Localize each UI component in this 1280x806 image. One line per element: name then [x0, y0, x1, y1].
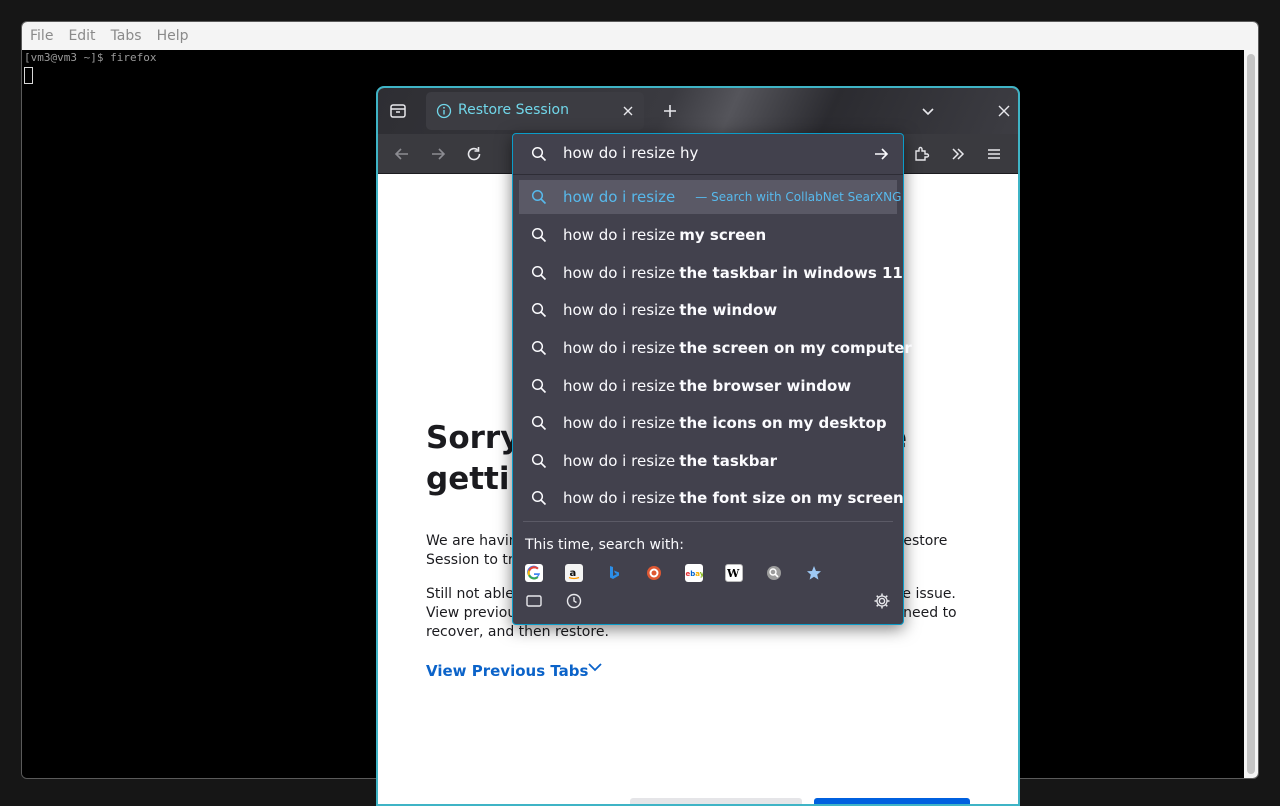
suggestion-item[interactable]: how do i resize the icons on my desktop — [519, 406, 897, 440]
menu-help[interactable]: Help — [157, 28, 189, 44]
suggestion-prefix: how do i resize — [563, 226, 676, 244]
history-icon[interactable] — [565, 592, 583, 610]
search-icon — [531, 227, 547, 243]
new-tab-icon[interactable] — [660, 101, 680, 121]
suggestion-item[interactable]: how do i resize the taskbar in windows 11 — [519, 256, 903, 290]
suggestion-item[interactable]: how do i resize the browser window — [519, 369, 897, 403]
suggestion-completion: the screen on my computer — [679, 339, 912, 357]
view-previous-tabs-link[interactable]: View Previous Tabs — [426, 662, 588, 680]
restore-session-button[interactable]: Restore Session — [814, 798, 970, 804]
tabs-icon[interactable] — [525, 592, 543, 610]
suggestion-completion: my screen — [679, 226, 767, 244]
urlbar-divider — [513, 174, 903, 175]
ebay-icon[interactable]: ebay — [685, 564, 703, 582]
start-new-session-button[interactable]: Start New Session — [630, 798, 802, 804]
menu-edit[interactable]: Edit — [68, 28, 95, 44]
google-icon[interactable] — [525, 564, 543, 582]
menu-file[interactable]: File — [30, 28, 53, 44]
suggestion-item[interactable]: how do i resize the taskbar — [519, 444, 897, 478]
tab-title: Restore Session — [458, 102, 569, 118]
suggestion-prefix: how do i resize — [563, 452, 676, 470]
go-arrow-icon[interactable] — [871, 144, 891, 164]
terminal-scrollbar[interactable] — [1244, 50, 1258, 778]
searxng-icon[interactable] — [765, 564, 783, 582]
suggestion-item[interactable]: how do i resize — Search with CollabNet … — [519, 180, 901, 214]
suggestion-prefix: how do i resize — [563, 377, 676, 395]
search-with-label: This time, search with: — [525, 537, 684, 553]
bing-icon[interactable] — [605, 564, 623, 582]
overflow-menu-icon[interactable] — [948, 144, 968, 164]
url-input[interactable]: how do i resize hy — [563, 144, 863, 162]
list-all-tabs-icon[interactable] — [918, 101, 938, 121]
search-icon — [531, 340, 547, 356]
svg-text:W: W — [727, 567, 740, 580]
search-icon — [531, 302, 547, 318]
close-window-icon[interactable] — [994, 101, 1014, 121]
suggestion-item[interactable]: how do i resize my screen — [519, 218, 897, 252]
urlbar-dropdown: how do i resize hy how do i resize — Sea… — [512, 133, 912, 625]
suggestion-completion: the browser window — [679, 377, 852, 395]
suggestion-item[interactable]: how do i resize the window — [519, 293, 897, 327]
wikipedia-icon[interactable]: W — [725, 564, 743, 582]
suggestion-prefix: how do i resize — [563, 301, 676, 319]
suggestion-prefix: how do i resize — [563, 489, 676, 507]
search-icon — [531, 415, 547, 431]
menu-tabs[interactable]: Tabs — [111, 28, 142, 44]
suggestion-completion: the font size on my screen — [679, 489, 904, 507]
terminal-cursor — [24, 67, 33, 84]
search-settings-gear-icon[interactable] — [873, 592, 891, 610]
suggestion-completion: the window — [679, 301, 778, 319]
forward-icon[interactable] — [428, 144, 448, 164]
back-icon[interactable] — [392, 144, 412, 164]
suggestion-prefix: how do i resize — [563, 264, 676, 282]
close-tab-icon[interactable] — [620, 103, 636, 119]
amazon-icon[interactable]: a — [565, 564, 583, 582]
suggestion-completion: the icons on my desktop — [679, 414, 887, 432]
hamburger-menu-icon[interactable] — [984, 144, 1004, 164]
suggestion-action: — Search with CollabNet SearXNG — [695, 190, 902, 204]
suggestion-prefix: how do i resize — [563, 339, 676, 357]
search-icon — [531, 378, 547, 394]
search-icon — [531, 265, 547, 281]
suggestion-query: how do i resize — [563, 188, 676, 206]
search-icon — [529, 144, 549, 164]
suggestion-prefix: how do i resize — [563, 414, 676, 432]
suggestions-divider — [523, 521, 893, 522]
search-icon — [531, 189, 547, 205]
search-icon — [531, 453, 547, 469]
suggestion-completion: the taskbar — [679, 452, 777, 470]
svg-text:ebay: ebay — [686, 570, 704, 578]
terminal-menubar: File Edit Tabs Help — [22, 22, 1258, 50]
tab-overview-icon[interactable] — [388, 101, 408, 121]
search-icon — [531, 490, 547, 506]
suggestion-item[interactable]: how do i resize the font size on my scree… — [519, 481, 904, 515]
tab-bar: Restore Session — [378, 88, 1018, 134]
suggestion-completion: the taskbar in windows 11 — [679, 264, 903, 282]
bookmark-star-icon[interactable] — [805, 564, 823, 582]
chevron-down-icon[interactable] — [584, 656, 606, 678]
reload-icon[interactable] — [464, 144, 484, 164]
terminal-prompt-line: [vm3@vm3 ~]$ firefox — [24, 51, 157, 64]
tab-restore-session[interactable]: Restore Session — [426, 92, 644, 130]
extensions-icon[interactable] — [912, 144, 932, 164]
suggestion-item[interactable]: how do i resize the screen on my computer — [519, 331, 912, 365]
terminal-scrollbar-thumb[interactable] — [1247, 54, 1255, 774]
duckduckgo-icon[interactable] — [645, 564, 663, 582]
info-icon — [436, 103, 452, 119]
